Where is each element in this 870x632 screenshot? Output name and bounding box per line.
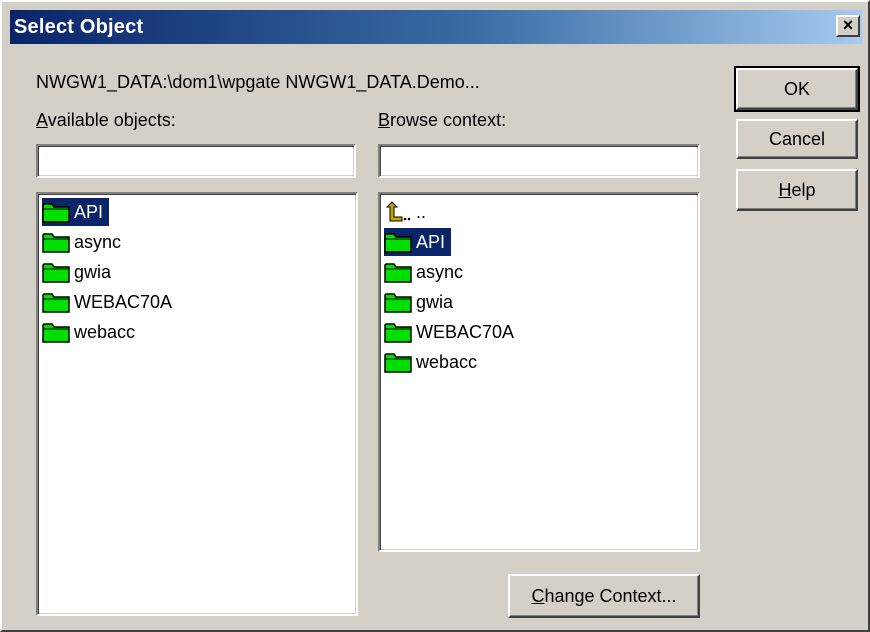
list-item[interactable]: async xyxy=(384,258,469,286)
list-item-label: async xyxy=(74,231,122,252)
available-filter-field[interactable] xyxy=(36,144,356,178)
folder-icon xyxy=(42,231,70,253)
change-context-button-label: Change Context... xyxy=(531,585,677,606)
list-item-label: webacc xyxy=(416,351,478,372)
folder-icon xyxy=(384,321,412,343)
change-context-button[interactable]: Change Context... xyxy=(508,574,700,618)
available-filter-input[interactable] xyxy=(38,146,354,176)
ok-button[interactable]: OK xyxy=(734,66,860,112)
parent-context-item[interactable]: .. xyxy=(384,198,432,226)
parent-context-label: .. xyxy=(416,201,427,222)
list-item-label: webacc xyxy=(74,321,136,342)
folder-icon xyxy=(42,261,70,283)
select-object-dialog: Select Object × NWGW1_DATA:\dom1\wpgate … xyxy=(0,0,870,632)
folder-icon xyxy=(42,291,70,313)
list-item[interactable]: WEBAC70A xyxy=(42,288,178,316)
close-icon: × xyxy=(842,15,854,35)
folder-icon xyxy=(384,231,412,253)
folder-icon xyxy=(384,351,412,373)
list-item-label: gwia xyxy=(416,291,454,312)
list-item-label: gwia xyxy=(74,261,112,282)
available-objects-list[interactable]: API async gwia WEBAC70A webacc xyxy=(36,192,358,616)
current-path: NWGW1_DATA:\dom1\wpgate NWGW1_DATA.Demo.… xyxy=(36,72,480,92)
help-button[interactable]: Help xyxy=(736,169,858,211)
browse-context-label: Browse context: xyxy=(378,110,507,130)
list-item[interactable]: webacc xyxy=(384,348,483,376)
list-item[interactable]: async xyxy=(42,228,127,256)
list-item[interactable]: API xyxy=(384,228,452,256)
folder-icon xyxy=(42,201,70,223)
folder-icon xyxy=(42,321,70,343)
available-objects-label: Available objects: xyxy=(36,110,176,130)
list-item[interactable]: webacc xyxy=(42,318,141,346)
close-button[interactable]: × xyxy=(836,15,860,37)
list-item[interactable]: gwia xyxy=(42,258,117,286)
list-item[interactable]: API xyxy=(42,198,110,226)
up-level-icon xyxy=(384,201,412,223)
help-button-label: Help xyxy=(778,179,816,200)
browse-context-list[interactable]: .. API async gwia WEBAC70A webacc xyxy=(378,192,700,552)
title-bar[interactable]: Select Object × xyxy=(10,10,862,44)
ok-button-label: OK xyxy=(783,78,810,99)
list-item-label: async xyxy=(416,261,464,282)
cancel-button-label: Cancel xyxy=(768,128,826,149)
list-item-label: API xyxy=(74,201,104,222)
browse-filter-field[interactable] xyxy=(378,144,700,178)
list-item[interactable]: gwia xyxy=(384,288,459,316)
folder-icon xyxy=(384,291,412,313)
browse-filter-input[interactable] xyxy=(380,146,698,176)
list-item-label: API xyxy=(416,231,446,252)
window-title: Select Object xyxy=(14,16,144,38)
list-item-label: WEBAC70A xyxy=(416,321,515,342)
list-item[interactable]: WEBAC70A xyxy=(384,318,520,346)
list-item-label: WEBAC70A xyxy=(74,291,173,312)
cancel-button[interactable]: Cancel xyxy=(736,119,858,159)
folder-icon xyxy=(384,261,412,283)
